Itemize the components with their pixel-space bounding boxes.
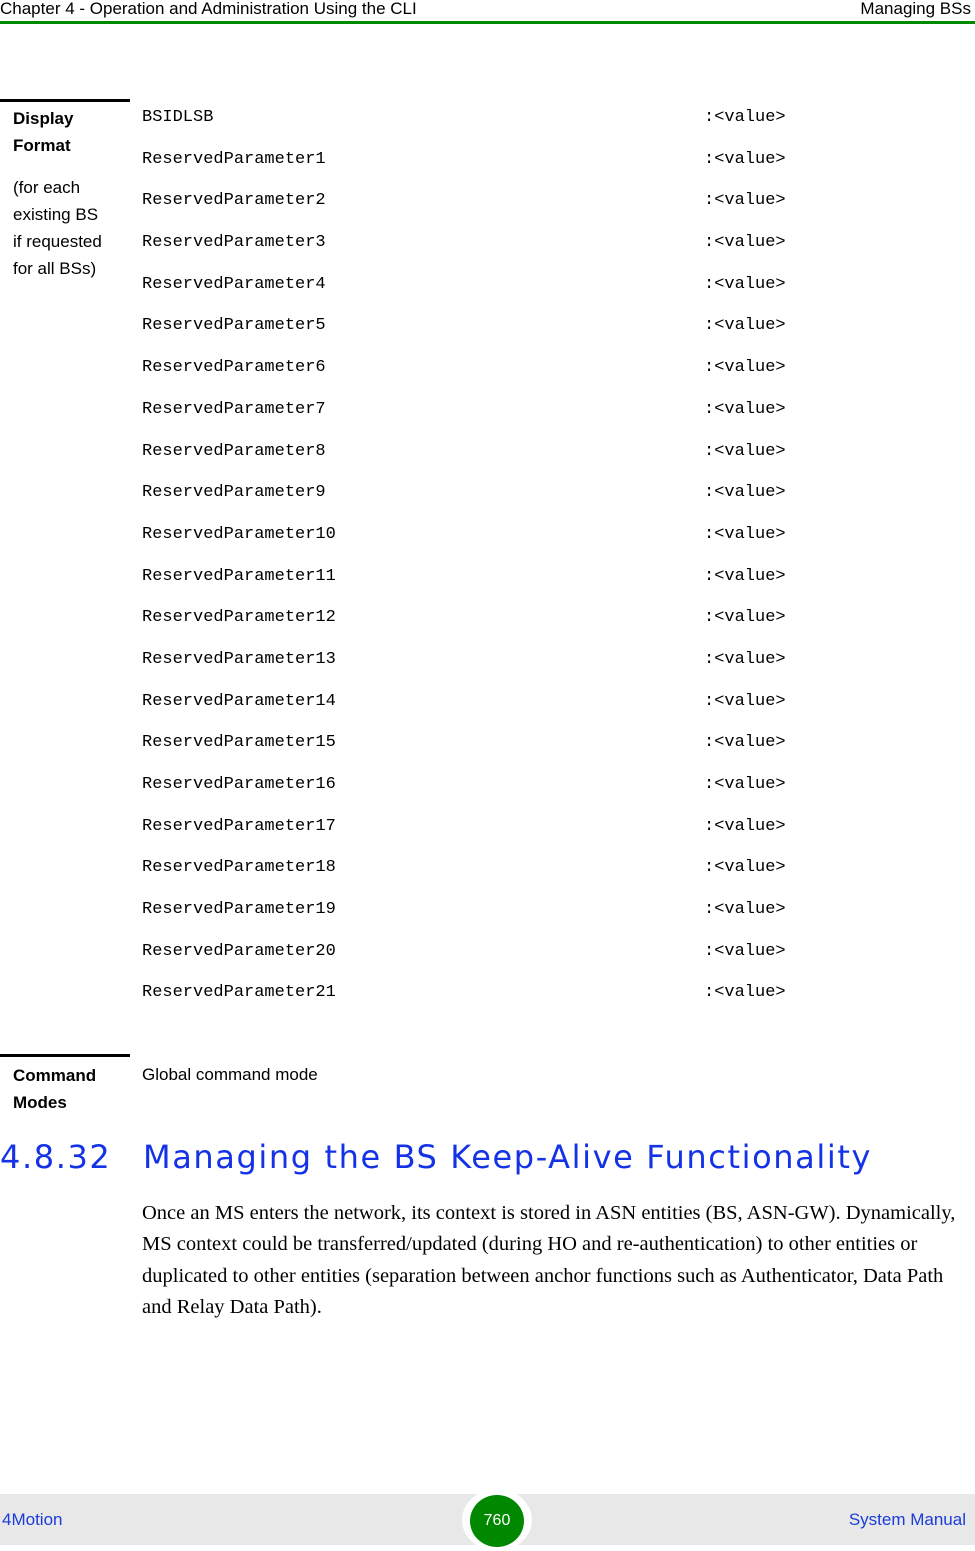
param-value: :<value> bbox=[704, 816, 786, 836]
param-name: ReservedParameter16 bbox=[142, 775, 336, 794]
command-modes-value: Global command mode bbox=[142, 1065, 318, 1084]
param-name: ReservedParameter13 bbox=[142, 649, 336, 669]
param-value: :<value> bbox=[704, 858, 786, 878]
param-name: ReservedParameter17 bbox=[142, 816, 336, 836]
display-format-params: BSIDLSB :<value> ReservedParameter1 :<value… bbox=[142, 108, 842, 1025]
param-name: ReservedParameter18 bbox=[142, 858, 336, 878]
param-row: ReservedParameter19 :<value> bbox=[142, 900, 842, 942]
param-row: ReservedParameter4 :<value> bbox=[142, 275, 842, 317]
command-modes-label-line1: Command bbox=[13, 1066, 97, 1085]
param-row: ReservedParameter15 :<value> bbox=[142, 733, 842, 775]
section-body-paragraph: Once an MS enters the network, its conte… bbox=[142, 1202, 956, 1319]
param-value: :<value> bbox=[704, 191, 786, 211]
param-row: ReservedParameter17 :<value> bbox=[142, 817, 842, 859]
param-row: ReservedParameter18 :<value> bbox=[142, 858, 842, 900]
param-row: ReservedParameter10 :<value> bbox=[142, 525, 842, 567]
param-value: :<value> bbox=[704, 900, 786, 920]
param-row: ReservedParameter11 :<value> bbox=[142, 567, 842, 609]
param-name: ReservedParameter5 bbox=[142, 316, 326, 336]
display-format-label-line2: Format bbox=[13, 136, 71, 155]
param-name: ReservedParameter4 bbox=[142, 274, 326, 294]
param-name: ReservedParameter7 bbox=[142, 399, 326, 419]
param-row: ReservedParameter1 :<value> bbox=[142, 150, 842, 192]
display-format-note-line: for all BSs) bbox=[13, 259, 97, 278]
param-name: ReservedParameter2 bbox=[142, 191, 326, 211]
param-name: ReservedParameter15 bbox=[142, 733, 336, 753]
param-value: :<value> bbox=[704, 733, 786, 753]
param-name: ReservedParameter14 bbox=[142, 691, 336, 711]
param-name: ReservedParameter20 bbox=[142, 941, 336, 961]
param-row: ReservedParameter16 :<value> bbox=[142, 775, 842, 817]
param-row: ReservedParameter13 :<value> bbox=[142, 650, 842, 692]
param-row: ReservedParameter8 :<value> bbox=[142, 442, 842, 484]
param-value: :<value> bbox=[704, 649, 786, 669]
display-format-note-line: if requested bbox=[13, 232, 102, 251]
param-name: ReservedParameter11 bbox=[142, 566, 336, 586]
param-row: ReservedParameter6 :<value> bbox=[142, 358, 842, 400]
param-name: ReservedParameter12 bbox=[142, 608, 336, 628]
display-format-label: Display Format (for each existing BS if … bbox=[13, 105, 123, 282]
param-row: ReservedParameter14 :<value> bbox=[142, 692, 842, 734]
section-title: Managing the BS Keep-Alive Functionality bbox=[143, 1138, 873, 1176]
param-value: :<value> bbox=[704, 316, 786, 336]
section-number: 4.8.32 bbox=[0, 1138, 112, 1176]
param-name: ReservedParameter19 bbox=[142, 900, 336, 920]
param-row: ReservedParameter20 :<value> bbox=[142, 942, 842, 984]
param-row: ReservedParameter7 :<value> bbox=[142, 400, 842, 442]
param-name: ReservedParameter1 bbox=[142, 149, 326, 169]
command-modes-label-line2: Modes bbox=[13, 1093, 67, 1112]
param-value: :<value> bbox=[704, 108, 786, 127]
param-row: ReservedParameter5 :<value> bbox=[142, 316, 842, 358]
page-number-badge: 760 bbox=[470, 1495, 524, 1547]
param-row: ReservedParameter21 :<value> bbox=[142, 983, 842, 1025]
display-format-label-line1: Display bbox=[13, 109, 74, 128]
chapter-title: Chapter 4 - Operation and Administration… bbox=[0, 0, 417, 18]
param-value: :<value> bbox=[704, 775, 786, 794]
param-value: :<value> bbox=[704, 608, 786, 628]
param-row: ReservedParameter9 :<value> bbox=[142, 483, 842, 525]
param-value: :<value> bbox=[704, 149, 786, 169]
display-format-note-line: existing BS bbox=[13, 205, 99, 224]
param-name: ReservedParameter8 bbox=[142, 441, 326, 461]
param-value: :<value> bbox=[704, 941, 786, 961]
section-name: Managing BSs bbox=[860, 0, 971, 18]
command-modes-rule bbox=[0, 1054, 130, 1057]
param-row: ReservedParameter2 :<value> bbox=[142, 191, 842, 233]
param-value: :<value> bbox=[704, 441, 786, 461]
display-format-note-line: (for each bbox=[13, 178, 81, 197]
param-name: ReservedParameter3 bbox=[142, 233, 326, 253]
footer-manual-title: System Manual bbox=[848, 1510, 966, 1529]
param-row: BSIDLSB :<value> bbox=[142, 108, 842, 150]
display-format-rule bbox=[0, 99, 130, 102]
section-heading: 4.8.32 Managing the BS Keep-Alive Functio… bbox=[0, 1138, 872, 1176]
param-name: ReservedParameter21 bbox=[142, 983, 336, 1003]
param-value: :<value> bbox=[704, 483, 786, 503]
param-value: :<value> bbox=[704, 358, 786, 378]
param-value: :<value> bbox=[704, 233, 786, 253]
page-header: Chapter 4 - Operation and Administration… bbox=[0, 0, 975, 24]
param-value: :<value> bbox=[704, 274, 786, 294]
param-value: :<value> bbox=[704, 691, 786, 711]
header-rule bbox=[0, 21, 975, 24]
param-value: :<value> bbox=[704, 983, 786, 1003]
param-value: :<value> bbox=[704, 399, 786, 419]
footer-product: 4Motion bbox=[2, 1510, 63, 1529]
param-name: ReservedParameter10 bbox=[142, 524, 336, 544]
param-name: ReservedParameter9 bbox=[142, 483, 326, 503]
param-value: :<value> bbox=[704, 566, 786, 586]
param-name: ReservedParameter6 bbox=[142, 358, 326, 378]
param-row: ReservedParameter12 :<value> bbox=[142, 608, 842, 650]
param-name: BSIDLSB bbox=[142, 108, 214, 127]
command-modes-label: Command Modes bbox=[13, 1062, 123, 1116]
param-value: :<value> bbox=[704, 524, 786, 544]
param-row: ReservedParameter3 :<value> bbox=[142, 233, 842, 275]
